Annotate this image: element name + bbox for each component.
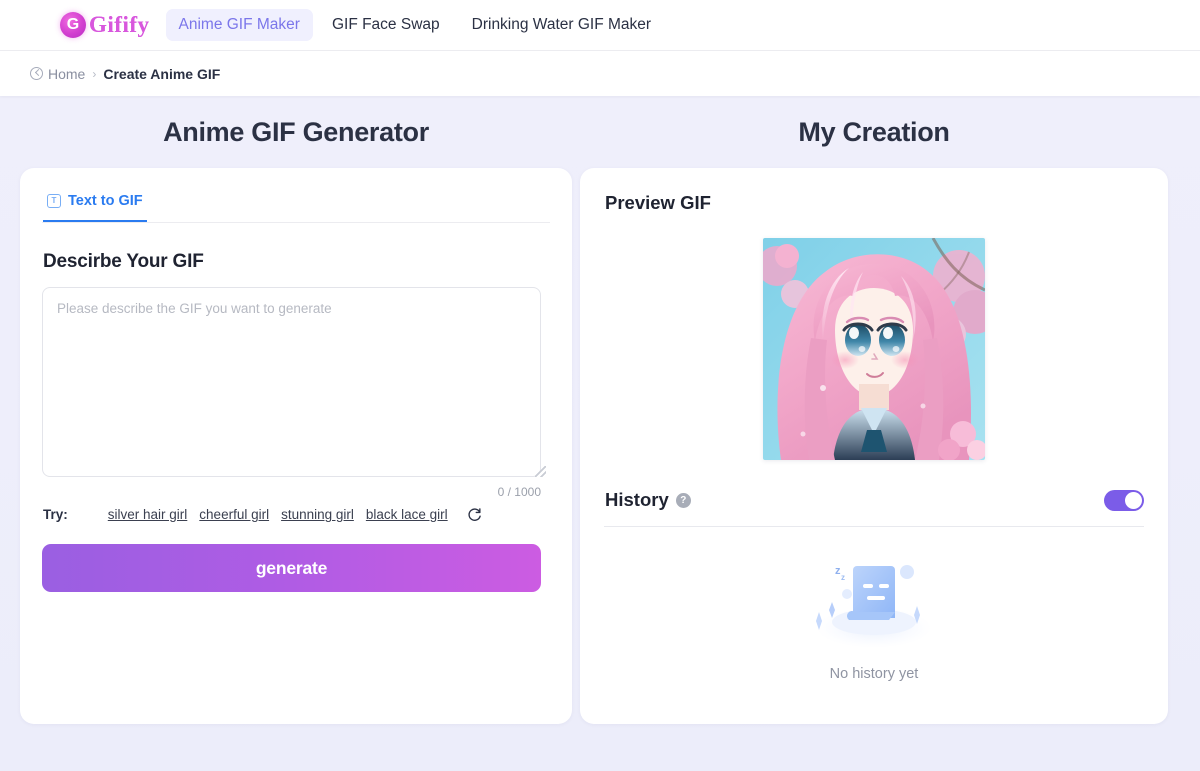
describe-section-title: Descirbe Your GIF xyxy=(43,251,204,272)
svg-text:z: z xyxy=(841,573,845,582)
nav-item-anime-gif-maker[interactable]: Anime GIF Maker xyxy=(165,9,313,41)
brand-name: Gifify xyxy=(89,12,150,37)
history-toggle[interactable] xyxy=(1104,489,1144,511)
nav-item-drinking-water-gif-maker[interactable]: Drinking Water GIF Maker xyxy=(459,9,664,41)
page-title-left: Anime GIF Generator xyxy=(163,117,429,147)
nav-item-gif-face-swap[interactable]: GIF Face Swap xyxy=(319,9,453,41)
preview-gif-image[interactable] xyxy=(763,238,985,460)
prompt-area xyxy=(42,287,550,482)
suggestion-silver-hair-girl[interactable]: silver hair girl xyxy=(108,507,188,522)
clock-back-icon xyxy=(30,67,43,80)
history-title: History xyxy=(605,489,669,510)
try-label: Try: xyxy=(43,507,68,522)
preview-gif-title: Preview GIF xyxy=(605,192,711,213)
panels-row: T Text to GIF Descirbe Your GIF 0 / 1000… xyxy=(20,168,1180,724)
question-mark-icon[interactable]: ? xyxy=(675,492,691,508)
prompt-input[interactable] xyxy=(42,287,541,477)
sleeping-document-icon: z z xyxy=(816,565,932,648)
breadcrumb-separator: › xyxy=(92,66,97,81)
suggestion-cheerful-girl[interactable]: cheerful girl xyxy=(199,507,269,522)
no-history-label: No history yet xyxy=(829,666,919,682)
tab-bar: T Text to GIF xyxy=(42,190,550,223)
refresh-icon[interactable] xyxy=(466,506,483,523)
history-divider xyxy=(604,526,1144,527)
gifify-logo-icon: G xyxy=(60,12,86,38)
suggestion-stunning-girl[interactable]: stunning girl xyxy=(281,507,354,522)
my-creation-card: Preview GIF History ? z z No history yet xyxy=(580,168,1168,724)
page-content: Anime GIF Generator My Creation T Text t… xyxy=(0,96,1200,771)
tab-text-to-gif[interactable]: T Text to GIF xyxy=(43,190,147,222)
top-navigation-bar: G Gifify Anime GIF Maker GIF Face Swap D… xyxy=(0,0,1200,51)
breadcrumb-home-link[interactable]: Home xyxy=(30,66,85,82)
generator-card: T Text to GIF Descirbe Your GIF 0 / 1000… xyxy=(20,168,572,724)
tab-text-to-gif-label: Text to GIF xyxy=(68,193,143,209)
brand-logo[interactable]: G Gifify xyxy=(60,12,150,38)
try-suggestions-row: Try: silver hair girl cheerful girl stun… xyxy=(43,506,550,523)
panel-headings: Anime GIF Generator My Creation xyxy=(20,96,1180,168)
breadcrumb-home-label: Home xyxy=(48,65,86,82)
left-heading-col: Anime GIF Generator xyxy=(20,96,572,168)
page-title-right: My Creation xyxy=(798,117,950,147)
breadcrumb: Home › Create Anime GIF xyxy=(0,51,1200,96)
preview-wrapper xyxy=(604,238,1144,460)
breadcrumb-current-page: Create Anime GIF xyxy=(103,65,221,82)
generate-button[interactable]: generate xyxy=(42,544,541,592)
right-heading-col: My Creation xyxy=(580,96,1168,168)
history-empty-state: z z No history yet xyxy=(604,550,1144,682)
history-header: History ? xyxy=(604,489,1144,511)
main-nav: Anime GIF Maker GIF Face Swap Drinking W… xyxy=(165,9,665,41)
suggestion-black-lace-girl[interactable]: black lace girl xyxy=(366,507,448,522)
character-counter: 0 / 1000 xyxy=(497,485,541,499)
text-box-icon: T xyxy=(47,194,61,208)
anime-girl-illustration xyxy=(763,238,985,460)
